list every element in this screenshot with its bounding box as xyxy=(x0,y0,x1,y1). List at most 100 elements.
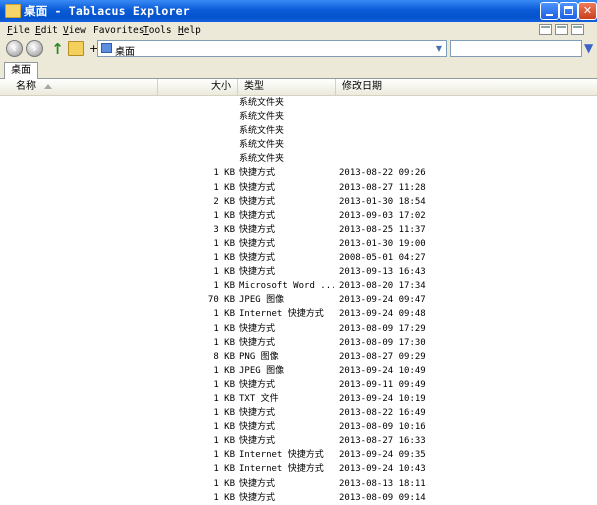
file-row[interactable]: 回收站系统文件夹 xyxy=(0,138,597,152)
file-size: 1 KB xyxy=(213,210,235,221)
file-list[interactable]: 名称 大小 类型 修改日期 我的文档系统文件夹我的电脑系统文件夹网上邻居系统文件… xyxy=(0,79,597,505)
desktop-icon xyxy=(101,43,112,53)
layout-split-icon[interactable] xyxy=(555,24,568,35)
file-size: 1 KB xyxy=(213,267,235,278)
file-row[interactable]: Glary Utilities 31 KB快捷方式2013-09-03 17:0… xyxy=(0,209,597,223)
file-type: 系统文件夹 xyxy=(239,126,285,137)
file-type: 快捷方式 xyxy=(239,436,276,447)
file-row[interactable]: ~$易信评测.doc1 KBMicrosoft Word ...2013-08-… xyxy=(0,279,597,293)
close-icon: ✕ xyxy=(582,4,593,17)
file-type: JPEG 图像 xyxy=(239,295,285,306)
file-size: 1 KB xyxy=(213,337,235,348)
minimize-button[interactable] xyxy=(540,2,559,20)
file-row[interactable]: 酷我音乐 20121 KB快捷方式2013-01-30 19:00 xyxy=(0,237,597,251)
chevron-down-icon[interactable]: ▼ xyxy=(432,41,446,56)
file-type: 系统文件夹 xyxy=(239,140,285,151)
layout-single-icon[interactable] xyxy=(539,24,552,35)
menu-label-rest: ile xyxy=(12,25,30,36)
file-row[interactable]: 宽带连接1 KB快捷方式2008-05-01 04:27 xyxy=(0,251,597,265)
file-row[interactable]: YY语音1 KB快捷方式2013-09-11 09:49 xyxy=(0,378,597,392)
file-row[interactable]: 我的电脑系统文件夹 xyxy=(0,110,597,124)
file-type: 快捷方式 xyxy=(239,478,276,489)
close-button[interactable]: ✕ xyxy=(578,2,597,20)
column-name[interactable]: 名称 xyxy=(0,79,158,95)
file-row[interactable]: 网上邻居系统文件夹 xyxy=(0,124,597,138)
file-size: 1 KB xyxy=(213,492,235,503)
file-row[interactable]: 百度网盘账号.txt1 KBTXT 文件2013-09-24 10:19 xyxy=(0,392,597,406)
file-row[interactable]: FSCapture1 KB快捷方式2013-08-09 17:30 xyxy=(0,336,597,350)
file-type: 系统文件夹 xyxy=(239,112,285,123)
file-size: 1 KB xyxy=(213,365,235,376)
maximize-button[interactable] xyxy=(559,2,578,20)
explorer-window: 桌面 - Tablacus Explorer ✕ File Edit View Fav… xyxy=(0,0,597,505)
file-row[interactable]: 招行专业版1 KB快捷方式2013-09-13 16:43 xyxy=(0,265,597,279)
file-size: 1 KB xyxy=(213,408,235,419)
file-row[interactable]: Word 20033 KB快捷方式2013-08-25 11:37 xyxy=(0,223,597,237)
filter-icon[interactable]: ▼ xyxy=(584,41,595,55)
file-row[interactable]: extraico1 KB快捷方式2013-08-09 17:29 xyxy=(0,322,597,336)
file-type: 快捷方式 xyxy=(239,267,276,278)
title-bar[interactable]: 桌面 - Tablacus Explorer ✕ xyxy=(0,0,597,22)
file-size: 1 KB xyxy=(213,393,235,404)
tab-desktop[interactable]: 桌面 xyxy=(4,62,38,79)
file-size: 1 KB xyxy=(213,478,235,489)
address-value: 桌面 xyxy=(115,47,135,58)
file-date: 2013-08-20 17:34 xyxy=(339,281,426,292)
file-row[interactable]: Internet Explorer系统文件夹 xyxy=(0,152,597,166)
menu-edit[interactable]: Edit xyxy=(35,25,58,36)
file-row[interactable]: 百度云管家1 KB快捷方式2013-08-22 16:49 xyxy=(0,406,597,420)
file-date: 2013-08-13 18:11 xyxy=(339,478,426,489)
file-type: Internet 快捷方式 xyxy=(239,309,324,320)
file-type: 系统文件夹 xyxy=(239,98,285,108)
address-bar[interactable]: 桌面 ▼ xyxy=(97,40,447,58)
file-date: 2013-01-30 18:54 xyxy=(339,196,426,207)
column-date[interactable]: 修改日期 xyxy=(336,79,590,95)
column-name-label: 名称 xyxy=(16,81,36,92)
menu-view[interactable]: View xyxy=(63,25,86,36)
layout-quad-icon[interactable] xyxy=(571,24,584,35)
file-row[interactable]: Excel 20032 KB快捷方式2013-01-30 18:54 xyxy=(0,195,597,209)
file-date: 2013-09-24 09:35 xyxy=(339,450,426,461)
file-row[interactable]: 多玩英雄联盟盒子1 KB快捷方式2013-08-09 10:16 xyxy=(0,420,597,434)
file-row[interactable]: 腾讯QQ1 KB快捷方式2013-08-13 18:11 xyxy=(0,477,597,491)
file-row[interactable]: BleachBit(磁盘清理软件)...1 KBInternet 快捷方式201… xyxy=(0,307,597,321)
file-type: Internet 快捷方式 xyxy=(239,450,324,461)
menu-tools[interactable]: Tools xyxy=(143,25,172,36)
file-size: 1 KB xyxy=(213,238,235,249)
toolbar: ‹ › ↑ + 桌面 ▼ ▼ xyxy=(0,39,597,61)
menu-help[interactable]: Help xyxy=(178,25,201,36)
file-row[interactable]: 去除Windows 8.1开始按钮...1 KBInternet 快捷方式201… xyxy=(0,448,597,462)
file-row[interactable]: 我的文档系统文件夹 xyxy=(0,96,597,110)
file-row[interactable]: 1.jpg70 KBJPEG 图像2013-09-24 09:47 xyxy=(0,293,597,307)
file-row[interactable]: TE32.jpg1 KBJPEG 图像2013-09-24 10:49 xyxy=(0,364,597,378)
file-row[interactable]: 360壁纸1 KB快捷方式2013-08-22 09:26 xyxy=(0,166,597,180)
menu-favorites[interactable]: Favorites xyxy=(93,25,144,36)
search-input[interactable] xyxy=(450,40,582,57)
file-date: 2013-08-09 09:14 xyxy=(339,492,426,503)
file-date: 2013-01-30 19:00 xyxy=(339,238,426,249)
up-arrow-icon[interactable]: ↑ xyxy=(51,41,64,57)
menu-file[interactable]: File xyxy=(7,25,30,36)
menu-label-rest: Favorites xyxy=(93,25,145,36)
column-size[interactable]: 大小 xyxy=(158,79,238,95)
file-type: PNG 图像 xyxy=(239,351,279,362)
file-row[interactable]: 驱动上传.exe1 KB快捷方式2013-08-27 16:33 xyxy=(0,434,597,448)
file-row[interactable]: 360杀毒1 KB快捷方式2013-08-27 11:28 xyxy=(0,181,597,195)
folders-icon[interactable] xyxy=(68,41,84,56)
file-type: 快捷方式 xyxy=(239,337,276,348)
file-type: TXT 文件 xyxy=(239,393,279,404)
forward-arrow-icon[interactable]: › xyxy=(26,40,43,57)
back-arrow-icon[interactable]: ‹ xyxy=(6,40,23,57)
file-row[interactable]: 数据恢复软件(Ontrack Ea...1 KBInternet 快捷方式201… xyxy=(0,462,597,476)
file-row[interactable]: logo.png8 KBPNG 图像2013-08-27 09:29 xyxy=(0,350,597,364)
file-type: 快捷方式 xyxy=(239,253,276,264)
file-size: 70 KB xyxy=(207,295,235,306)
file-row[interactable]: 腾讯通RTX1 KB快捷方式2013-08-09 09:14 xyxy=(0,491,597,505)
maximize-icon xyxy=(564,6,573,15)
menu-bar: File Edit View Favorites Tools Help xyxy=(0,22,597,39)
file-date: 2008-05-01 04:27 xyxy=(339,253,426,264)
column-type[interactable]: 类型 xyxy=(238,79,336,95)
file-date: 2013-08-09 10:16 xyxy=(339,422,426,433)
file-size: 1 KB xyxy=(213,436,235,447)
file-date: 2013-09-13 16:43 xyxy=(339,267,426,278)
